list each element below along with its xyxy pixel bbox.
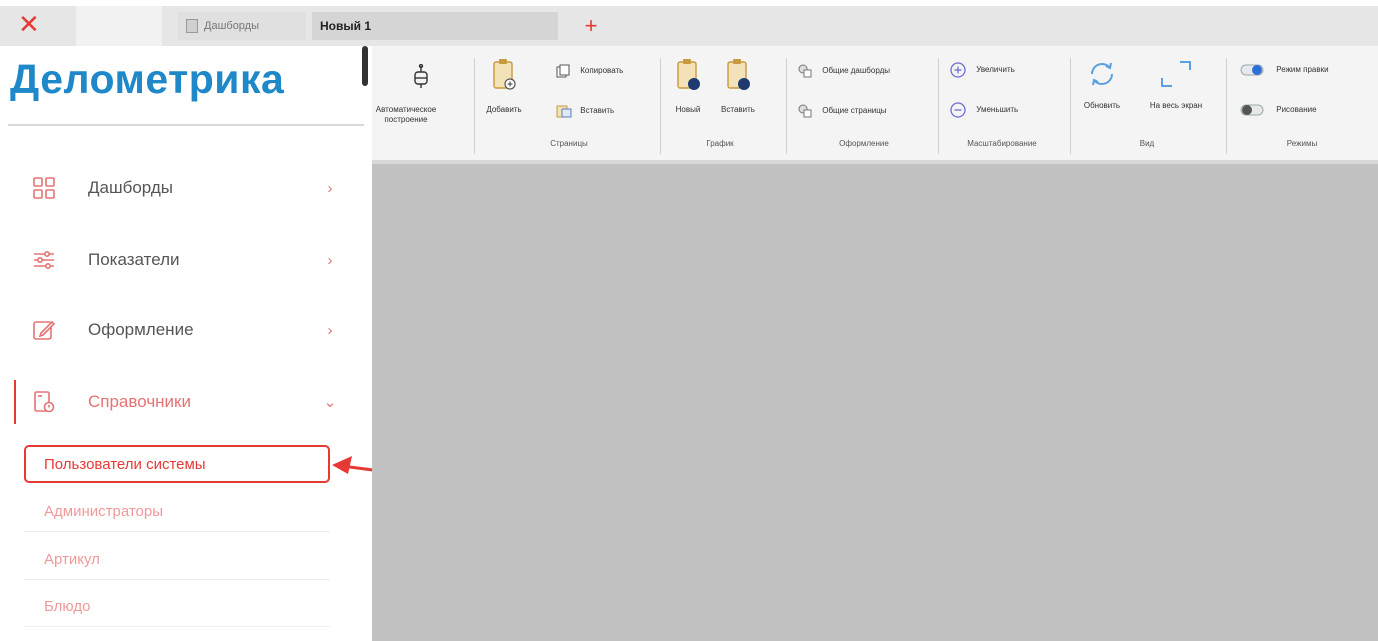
close-icon[interactable]: ✕	[18, 10, 58, 42]
design-group-label: Оформление	[839, 139, 889, 148]
copy-icon	[556, 64, 570, 78]
edit-mode-toggle[interactable]: Режим правки	[1240, 64, 1329, 76]
fullscreen-icon	[1161, 61, 1191, 87]
sidebar-scrollbar[interactable]	[362, 46, 368, 86]
common-pages-button[interactable]: Общие страницы	[798, 104, 887, 118]
tab-new-1[interactable]: Новый 1	[312, 12, 558, 40]
copy-page-button[interactable]: Копировать	[556, 64, 623, 78]
group-separator	[660, 58, 661, 154]
tab-new-1-label: Новый 1	[320, 19, 372, 33]
chevron-right-icon: ›	[327, 251, 333, 269]
tab-dashboards[interactable]: Дашборды	[178, 12, 306, 40]
dashboard-canvas[interactable]	[372, 164, 1378, 641]
chevron-right-icon: ›	[327, 179, 333, 197]
add-page-button[interactable]: Добавить	[484, 58, 524, 115]
chevron-right-icon: ›	[327, 321, 333, 339]
submenu-item-dish[interactable]: Блюдо	[24, 587, 330, 627]
new-chart-icon	[677, 59, 700, 90]
sidebar-item-label: Дашборды	[88, 178, 173, 197]
paste-chart-label: Вставить	[721, 105, 755, 114]
robot-icon	[414, 63, 428, 88]
sidebar-item-design[interactable]: Оформление ›	[30, 310, 340, 350]
paste-chart-icon	[727, 59, 750, 90]
edit-icon	[30, 316, 58, 344]
toggle-on-icon	[1240, 64, 1264, 76]
dashboard-grid-icon	[30, 174, 58, 202]
fullscreen-button[interactable]: На весь экран	[1134, 58, 1218, 111]
tab-dashboards-label: Дашборды	[204, 20, 259, 32]
edit-mode-label: Режим правки	[1276, 65, 1329, 75]
zoom-out-label: Уменьшить	[976, 105, 1019, 115]
document-icon	[186, 19, 198, 33]
common-dashboards-button[interactable]: Общие дашборды	[798, 64, 890, 78]
view-group-label: Вид	[1139, 139, 1155, 148]
chart-group-label: График	[706, 139, 734, 148]
sidebar-item-label: Справочники	[88, 392, 191, 411]
tab-strip: ✕ Дашборды Новый 1 +	[0, 6, 1378, 46]
submenu-item-administrators[interactable]: Администраторы	[24, 492, 330, 532]
refresh-button[interactable]: Обновить	[1070, 58, 1134, 111]
group-separator	[474, 58, 475, 154]
sidebar-item-label: Показатели	[88, 250, 180, 269]
group-separator	[1226, 58, 1227, 154]
paste-page-label: Вставить	[580, 106, 615, 116]
drawing-toggle[interactable]: Рисование	[1240, 104, 1317, 116]
zoom-out-icon	[950, 102, 966, 118]
zoom-in-button[interactable]: Увеличить	[950, 62, 1015, 78]
zoom-in-label: Увеличить	[976, 65, 1015, 75]
add-page-label: Добавить	[486, 105, 522, 114]
submenu-item-system-users[interactable]: Пользователи системы	[24, 445, 330, 483]
add-tab-icon[interactable]: +	[578, 12, 604, 40]
zoom-group-label: Масштабирование	[967, 139, 1037, 148]
new-chart-label: Новый	[675, 105, 701, 114]
zoom-out-button[interactable]: Уменьшить	[950, 102, 1018, 118]
new-chart-button[interactable]: Новый	[668, 58, 708, 115]
sidebar-item-dashboards[interactable]: Дашборды ›	[30, 168, 340, 208]
paste-page-button[interactable]: Вставить	[556, 104, 614, 118]
submenu-item-article[interactable]: Артикул	[24, 540, 330, 580]
group-separator	[938, 58, 939, 154]
paste-chart-button[interactable]: Вставить	[716, 58, 760, 115]
refresh-icon	[1091, 62, 1113, 86]
group-separator	[786, 58, 787, 154]
paste-icon	[556, 105, 572, 118]
tab-blank[interactable]	[76, 6, 162, 46]
zoom-in-icon	[950, 62, 966, 78]
refresh-label: Обновить	[1083, 101, 1121, 110]
divider	[8, 124, 364, 126]
common-pages-icon	[798, 104, 812, 118]
sidebar-item-indicators[interactable]: Показатели ›	[30, 240, 340, 280]
common-dashboards-label: Общие дашборды	[822, 66, 891, 76]
reference-book-icon	[30, 388, 58, 416]
common-dashboards-icon	[798, 64, 812, 78]
app-window: ✕ Дашборды Новый 1 + Делометрика Дашборд…	[0, 0, 1378, 641]
fullscreen-label: На весь экран	[1149, 101, 1203, 110]
chevron-down-icon: ⌄	[323, 394, 337, 411]
modes-group-label: Режимы	[1286, 139, 1318, 148]
auto-build-button[interactable]: Автоматическое построение	[376, 63, 466, 125]
common-pages-label: Общие страницы	[822, 106, 887, 116]
sidebar-item-references[interactable]: Справочники ⌄	[30, 382, 340, 422]
copy-page-label: Копировать	[580, 66, 624, 76]
app-logo: Делометрика	[10, 56, 285, 102]
auto-build-label: Автоматическое построение	[375, 105, 437, 124]
sliders-icon	[30, 246, 58, 274]
active-indicator	[14, 380, 16, 424]
drawing-label: Рисование	[1276, 105, 1317, 115]
clipboard-add-icon	[493, 59, 516, 90]
pages-group-label: Страницы	[550, 139, 588, 148]
sidebar-item-label: Оформление	[88, 320, 194, 339]
toggle-off-icon	[1240, 104, 1264, 116]
